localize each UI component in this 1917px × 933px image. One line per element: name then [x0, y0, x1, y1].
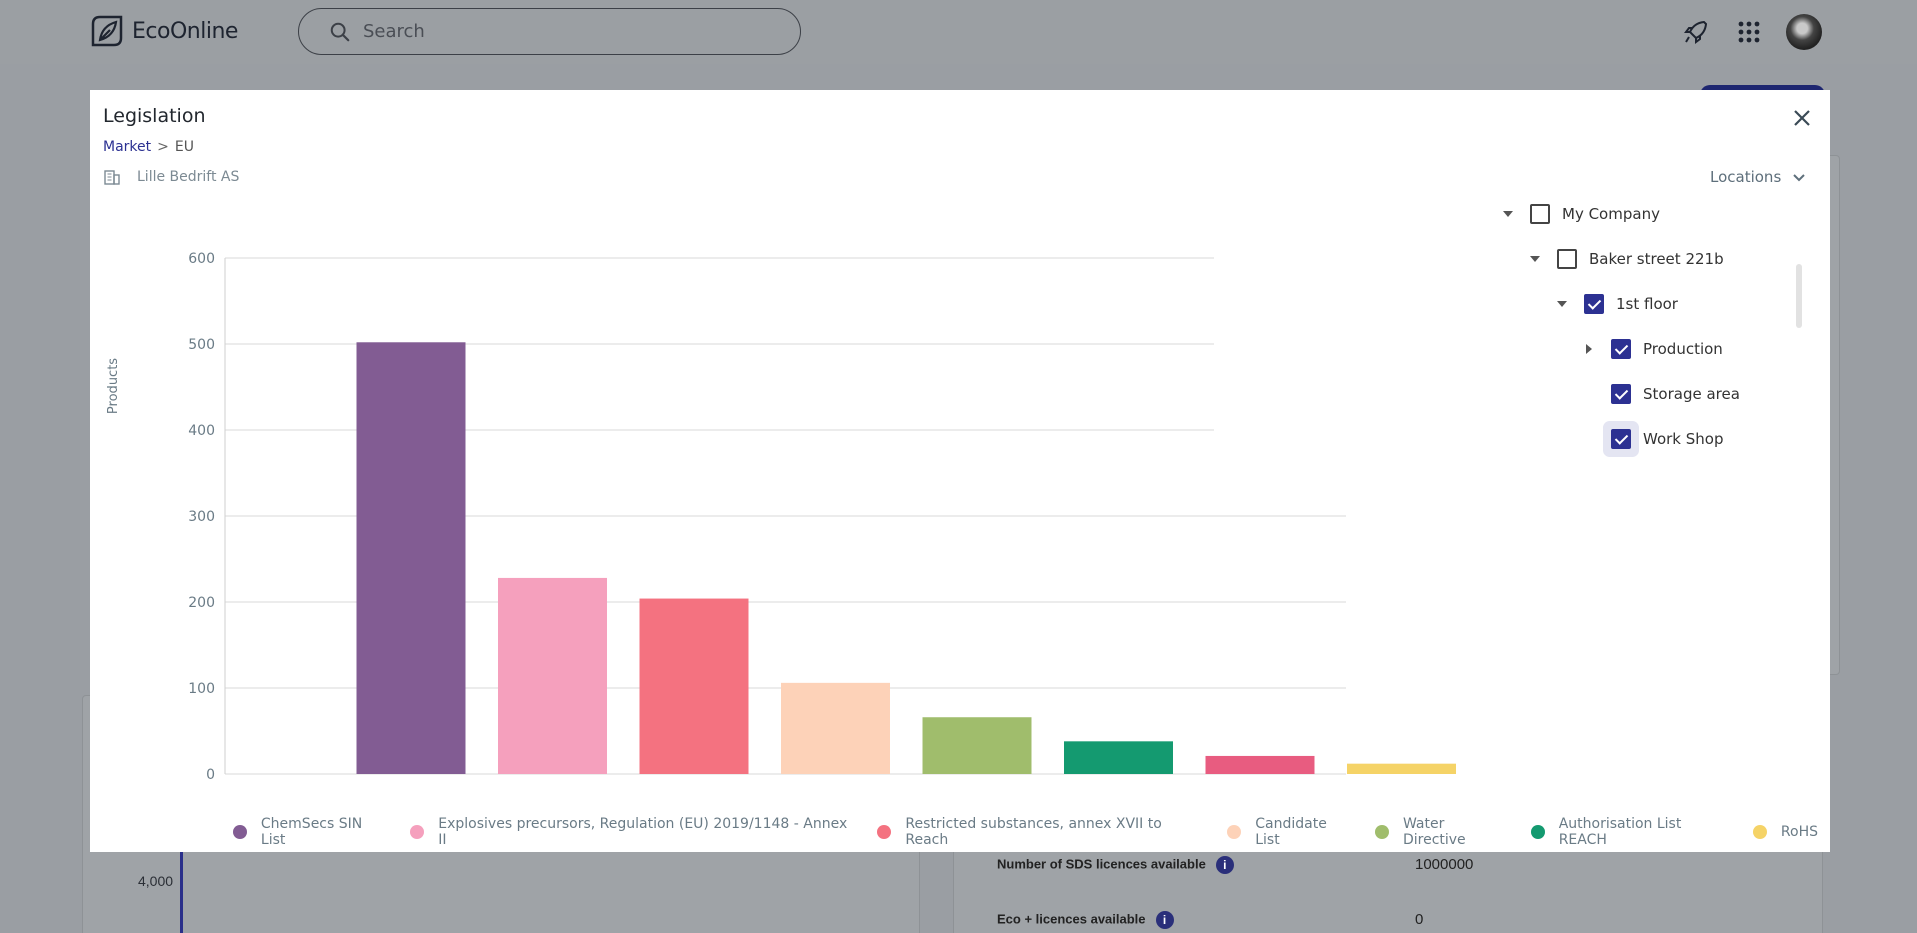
legend-color-dot	[1227, 825, 1242, 839]
bar	[498, 577, 607, 774]
y-tick-label: 600	[188, 251, 215, 267]
bar	[922, 717, 1032, 774]
legend-item[interactable]: Water Directive	[1367, 816, 1511, 848]
y-tick-label: 100	[188, 681, 215, 697]
legend-label: RoHS	[1780, 824, 1818, 840]
top-bar: EcoOnline	[0, 0, 1917, 64]
legend-label: Authorisation List REACH	[1558, 816, 1682, 848]
eco-licences-label: Eco + licences available i	[997, 911, 1174, 929]
bar	[781, 682, 890, 774]
search-box[interactable]	[298, 8, 801, 55]
breadcrumb-current: EU	[174, 139, 194, 155]
apps-grid-icon[interactable]	[1735, 18, 1763, 46]
tree-node-baker-street[interactable]: Baker street 221b	[1529, 244, 1724, 274]
legend-item[interactable]: Restricted substances, annex XVII to Rea…	[869, 816, 1207, 848]
sds-licences-label: Number of SDS licences available i	[997, 856, 1234, 874]
legend-color-dot	[1752, 825, 1767, 839]
tree-node-label: Baker street 221b	[1589, 250, 1724, 268]
tree-node-label: 1st floor	[1616, 295, 1678, 313]
sds-licences-value: 1000000	[1415, 856, 1474, 873]
legend-label: Water Directive	[1402, 816, 1466, 848]
info-icon[interactable]: i	[1215, 856, 1234, 874]
y-tick-label: 0	[206, 767, 215, 783]
locations-dropdown[interactable]: Locations	[1710, 168, 1807, 186]
eco-licences-text: Eco + licences available	[997, 911, 1146, 927]
legend-label: Explosives precursors, Regulation (EU) 2…	[438, 816, 848, 848]
tree-node-label: Storage area	[1643, 385, 1740, 403]
chart-legend: ChemSecs SIN List Explosives precursors, …	[225, 816, 1830, 848]
rocket-icon[interactable]	[1682, 18, 1710, 46]
breadcrumb: Market > EU	[103, 139, 194, 155]
tree-node-storage-area[interactable]: Storage area	[1583, 379, 1740, 409]
tree-node-my-company[interactable]: My Company	[1502, 199, 1660, 229]
y-axis-label: Products	[106, 358, 121, 414]
y-tick-label: 500	[188, 337, 215, 353]
legend-item[interactable]: Authorisation List REACH	[1523, 816, 1733, 848]
bar	[356, 342, 466, 774]
info-icon[interactable]: i	[1155, 911, 1174, 929]
legend-label: Candidate List	[1255, 816, 1327, 848]
search-icon	[330, 22, 350, 41]
legend-label: Restricted substances, annex XVII to Rea…	[905, 816, 1162, 848]
company-name: Lille Bedrift AS	[137, 169, 240, 185]
caret-down-icon[interactable]	[1529, 253, 1541, 265]
legend-color-dot	[410, 825, 425, 839]
legend-item[interactable]: RoHS	[1745, 824, 1818, 840]
brand-name: EcoOnline	[132, 18, 238, 44]
tree-node-label: My Company	[1562, 205, 1660, 223]
checkbox-checked[interactable]	[1611, 339, 1631, 359]
tree-scrollbar[interactable]	[1796, 264, 1802, 328]
search-input[interactable]	[363, 21, 763, 42]
background-axis-tick: 4,000	[138, 873, 174, 889]
caret-down-icon[interactable]	[1502, 208, 1514, 220]
company-label: Lille Bedrift AS	[103, 168, 239, 186]
caret-down-icon[interactable]	[1556, 298, 1568, 310]
tree-node-label: Production	[1643, 340, 1723, 358]
checkbox-checked[interactable]	[1611, 384, 1631, 404]
y-tick-label: 200	[188, 595, 215, 611]
bar	[1347, 763, 1456, 774]
sds-licences-text: Number of SDS licences available	[997, 856, 1206, 872]
checkbox-checked[interactable]	[1584, 294, 1604, 314]
checkbox[interactable]	[1530, 204, 1550, 224]
building-icon	[104, 170, 120, 185]
breadcrumb-separator: >	[157, 139, 169, 155]
legend-item[interactable]: Explosives precursors, Regulation (EU) 2…	[402, 816, 857, 848]
legend-item[interactable]: ChemSecs SIN List	[225, 816, 390, 848]
background-chart-axis	[180, 848, 183, 933]
eco-licences-value: 0	[1415, 911, 1424, 928]
leaf-logo-icon	[91, 15, 123, 47]
bar	[639, 598, 749, 774]
locations-label: Locations	[1710, 168, 1782, 186]
y-tick-label: 400	[188, 423, 215, 439]
legend-color-dot	[877, 825, 892, 839]
legislation-modal: 0 100 200 300 400 500 600 Products Legislation …	[90, 90, 1830, 852]
tree-node-production[interactable]: Production	[1583, 334, 1723, 364]
legend-color-dot	[233, 825, 247, 839]
caret-right-icon[interactable]	[1583, 343, 1595, 355]
checkbox[interactable]	[1557, 249, 1577, 269]
legend-color-dot	[1375, 825, 1389, 839]
chevron-down-icon	[1793, 174, 1805, 182]
checkbox-checked[interactable]	[1611, 429, 1631, 449]
tree-node-label: Work Shop	[1643, 430, 1724, 448]
tree-node-1st-floor[interactable]: 1st floor	[1556, 289, 1678, 319]
logo[interactable]: EcoOnline	[90, 14, 238, 48]
modal-title: Legislation	[103, 105, 206, 127]
y-tick-label: 300	[188, 509, 215, 525]
breadcrumb-market-link[interactable]: Market	[103, 139, 151, 155]
legend-item[interactable]: Candidate List	[1219, 816, 1355, 848]
user-avatar[interactable]	[1786, 14, 1822, 50]
close-icon[interactable]	[1790, 106, 1814, 130]
legend-label: ChemSecs SIN List	[260, 816, 363, 848]
legend-color-dot	[1530, 825, 1545, 839]
tree-node-work-shop[interactable]: Work Shop	[1583, 424, 1723, 454]
bar	[1205, 755, 1315, 774]
bar	[1064, 741, 1173, 774]
